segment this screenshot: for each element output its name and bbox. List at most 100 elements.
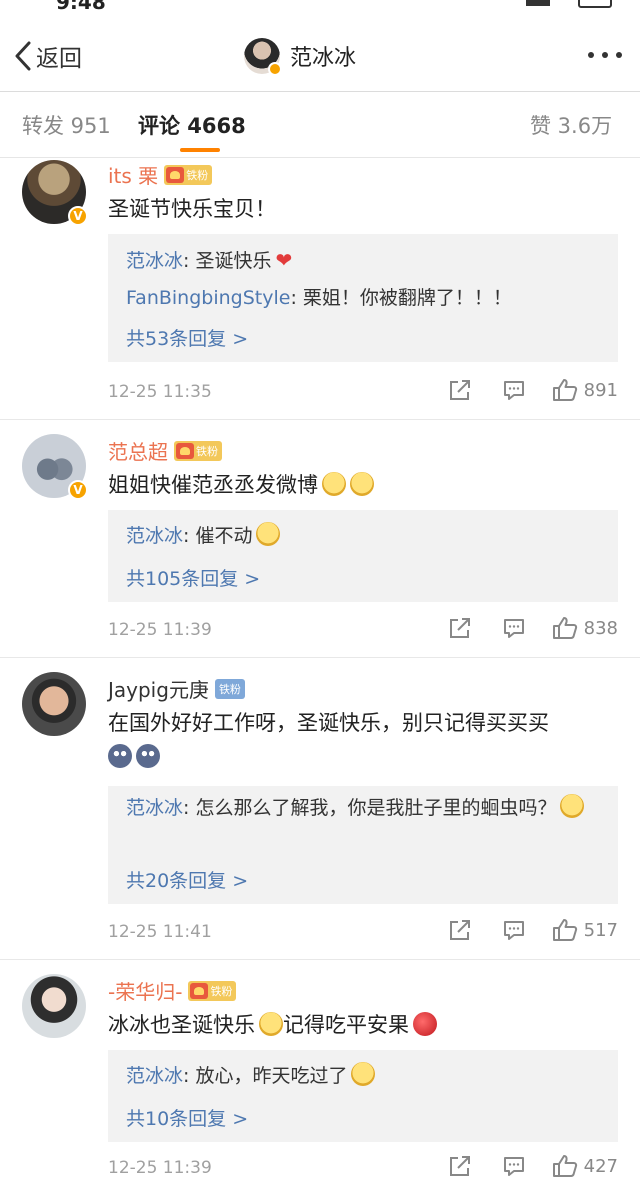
like-button[interactable]: 891 <box>552 378 618 402</box>
heart-emoji-icon: ❤ <box>275 248 293 272</box>
more-replies-link[interactable]: 共53条回复 > <box>126 324 248 351</box>
crown-icon <box>190 982 209 999</box>
fan-badge: 铁粉 <box>214 678 245 699</box>
comment-time: 12-25 11:39 <box>108 1158 212 1178</box>
status-time: 9:48 <box>56 0 106 14</box>
like-count: 517 <box>583 919 618 941</box>
avatar[interactable] <box>22 672 86 736</box>
apple-emoji-icon <box>413 1012 437 1036</box>
comment-actions: 838 <box>448 616 618 640</box>
back-label: 返回 <box>36 46 82 72</box>
like-count: 891 <box>583 379 618 401</box>
crown-icon <box>166 166 185 183</box>
more-options-icon[interactable] <box>588 52 622 58</box>
comment-actions: 891 <box>448 378 618 402</box>
comment-username[interactable]: -荣华归- 铁粉 <box>108 976 237 1005</box>
comment-username[interactable]: 范总超 铁粉 <box>108 436 222 465</box>
page-title: 范冰冰 <box>290 46 357 71</box>
back-button[interactable]: 返回 <box>14 36 82 76</box>
comment-text: 冰冰也圣诞快乐 记得吃平安果 <box>108 1008 618 1042</box>
comment-username[interactable]: its 栗 铁粉 <box>108 160 213 189</box>
more-replies-link[interactable]: 共10条回复 > <box>126 1104 248 1131</box>
reply-button[interactable] <box>502 918 526 942</box>
panda-emoji-icon <box>108 744 132 768</box>
thumbs-up-icon <box>552 919 577 941</box>
reply-button[interactable] <box>502 616 526 640</box>
share-icon <box>449 1156 470 1176</box>
comment-actions: 517 <box>448 918 618 942</box>
comment-text: 在国外好好工作呀，圣诞快乐，别只记得买买买 <box>108 706 618 774</box>
reply-username[interactable]: 范冰冰 <box>126 525 183 547</box>
santa-emoji-icon <box>259 1012 283 1036</box>
thinking-emoji-icon <box>351 1062 376 1086</box>
reply-button[interactable] <box>502 1154 526 1178</box>
panda-emoji-icon <box>136 744 160 768</box>
chevron-left-icon <box>15 41 31 71</box>
reply-box[interactable]: 范冰冰: 怎么那么了解我，你是我肚子里的蛔虫吗？ 共20条回复 > <box>108 786 618 904</box>
thumbs-up-icon <box>552 1155 577 1177</box>
comment-item: -荣华归- 铁粉 冰冰也圣诞快乐 记得吃平安果 范冰冰: 放心，昨天吃过了 共10… <box>0 960 640 1196</box>
comment-time: 12-25 11:39 <box>108 620 212 640</box>
comment-icon <box>503 381 524 400</box>
reply-box[interactable]: 范冰冰: 催不动 共105条回复 > <box>108 510 618 602</box>
reply-line: 范冰冰: 圣诞快乐 ❤ <box>126 248 293 272</box>
repost-button[interactable] <box>448 378 472 402</box>
reply-line: 范冰冰: 催不动 <box>126 522 281 550</box>
comment-icon <box>503 619 524 638</box>
more-replies-link[interactable]: 共105条回复 > <box>126 564 260 591</box>
comment-time: 12-25 11:41 <box>108 922 212 942</box>
reply-box[interactable]: 范冰冰: 放心，昨天吃过了 共10条回复 > <box>108 1050 618 1142</box>
more-replies-link[interactable]: 共20条回复 > <box>126 866 248 893</box>
comment-text: 姐姐快催范丞丞发微博 <box>108 468 618 502</box>
like-button[interactable]: 838 <box>552 616 618 640</box>
tab-reposts[interactable]: 转发 951 <box>22 110 111 140</box>
reply-username[interactable]: 范冰冰 <box>126 1065 183 1087</box>
reply-username[interactable]: 范冰冰 <box>126 250 183 272</box>
comment-username[interactable]: Jaypig元庚 铁粉 <box>108 674 245 703</box>
avatar[interactable]: V <box>22 160 88 226</box>
tab-bar: 转发 951 评论 4668 赞 3.6万 <box>0 92 640 158</box>
reply-line: 范冰冰: 怎么那么了解我，你是我肚子里的蛔虫吗？ <box>126 790 602 826</box>
share-icon <box>449 618 470 638</box>
verified-icon <box>268 62 282 76</box>
like-button[interactable]: 517 <box>552 918 618 942</box>
comment-item: V its 栗 铁粉 圣诞节快乐宝贝！ 范冰冰: 圣诞快乐 ❤ FanBingbi… <box>0 158 640 420</box>
like-button[interactable]: 427 <box>552 1154 618 1178</box>
active-tab-indicator <box>180 148 220 152</box>
comment-actions: 427 <box>448 1154 618 1178</box>
like-count: 838 <box>583 617 618 639</box>
avatar <box>244 38 282 76</box>
share-icon <box>449 380 470 400</box>
comment-text: 圣诞节快乐宝贝！ <box>108 197 276 221</box>
reply-box[interactable]: 范冰冰: 圣诞快乐 ❤ FanBingbingStyle: 栗姐！你被翻牌了！！！… <box>108 234 618 362</box>
comment-icon <box>503 921 524 940</box>
comment-item: V 范总超 铁粉 姐姐快催范丞丞发微博 范冰冰: 催不动 共105条回复 > 1… <box>0 420 640 658</box>
sad-emoji-icon <box>322 472 346 496</box>
avatar[interactable]: V <box>22 434 88 500</box>
repost-button[interactable] <box>448 616 472 640</box>
repost-button[interactable] <box>448 918 472 942</box>
reply-username[interactable]: 范冰冰 <box>126 797 183 819</box>
thumbs-up-icon <box>552 379 577 401</box>
reply-line: FanBingbingStyle: 栗姐！你被翻牌了！！！ <box>126 287 512 309</box>
reply-button[interactable] <box>502 378 526 402</box>
status-bar: 9:48 <box>0 0 640 14</box>
crown-icon <box>176 442 194 459</box>
comment-item: Jaypig元庚 铁粉 在国外好好工作呀，圣诞快乐，别只记得买买买 范冰冰: 怎… <box>0 658 640 960</box>
fan-badge: 铁粉 <box>188 980 237 1001</box>
nav-bar: 返回 范冰冰 <box>0 22 640 92</box>
avatar[interactable] <box>22 974 86 1038</box>
tab-comments[interactable]: 评论 4668 <box>138 110 246 140</box>
verified-icon: V <box>68 206 88 226</box>
reply-line: 范冰冰: 放心，昨天吃过了 <box>126 1062 376 1090</box>
signal-icon <box>526 0 550 6</box>
tab-likes[interactable]: 赞 3.6万 <box>530 110 612 140</box>
share-icon <box>449 920 470 940</box>
nav-profile[interactable]: 范冰冰 <box>244 36 356 76</box>
reply-username[interactable]: FanBingbingStyle <box>126 287 290 309</box>
sad-emoji-icon <box>350 472 374 496</box>
fan-badge: 铁粉 <box>164 164 213 185</box>
battery-icon <box>578 0 612 8</box>
thumbs-up-icon <box>552 617 577 639</box>
repost-button[interactable] <box>448 1154 472 1178</box>
